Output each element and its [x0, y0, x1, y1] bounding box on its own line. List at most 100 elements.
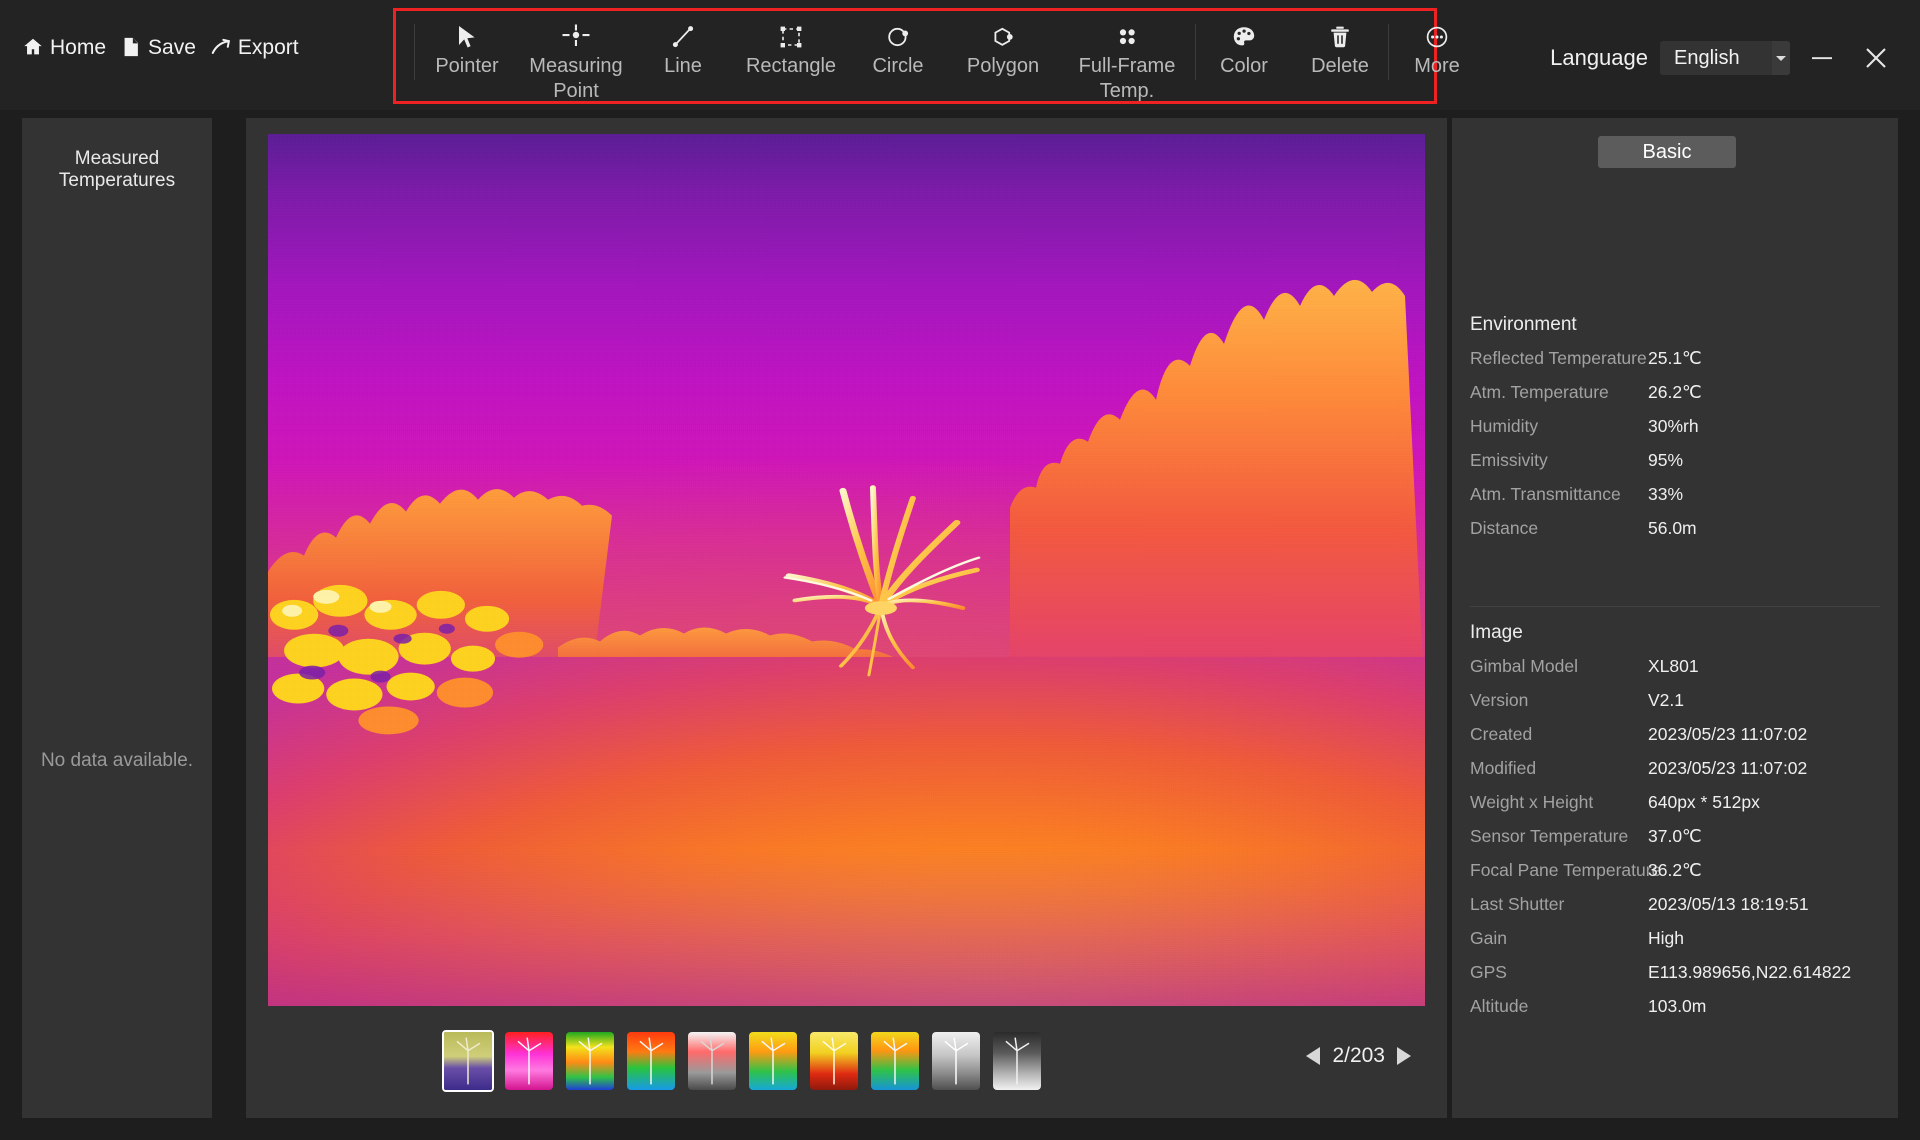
tool-polygon-label: Polygon — [966, 55, 1040, 77]
table-row: Reflected Temperature 25.1℃ — [1470, 348, 1880, 382]
tool-polygon[interactable]: Polygon — [947, 20, 1059, 79]
trash-can-icon — [1327, 20, 1353, 54]
table-row: Weight x Height 640px * 512px — [1470, 792, 1880, 826]
chevron-right-icon — [1397, 1047, 1411, 1065]
list-item[interactable] — [930, 1030, 982, 1092]
image-section-title: Image — [1470, 622, 1523, 643]
circle-ellipsis-icon — [1424, 20, 1450, 54]
image-section: Image Gimbal Model XL801 Version V2.1 Cr… — [1470, 622, 1880, 1030]
property-key: Weight x Height — [1470, 792, 1594, 812]
table-row: Altitude 103.0m — [1470, 996, 1880, 1030]
dashed-rectangle-icon — [778, 20, 804, 54]
property-value: 2023/05/23 11:07:02 — [1648, 758, 1808, 778]
tool-rectangle-label: Rectangle — [745, 55, 837, 77]
palette-thumb-preview — [993, 1032, 1041, 1090]
property-value: 56.0m — [1648, 518, 1697, 538]
environment-section-title: Environment — [1470, 314, 1577, 335]
next-image-button[interactable] — [1397, 1047, 1411, 1065]
tool-line[interactable]: Line — [633, 20, 733, 79]
tool-full-frame-temp[interactable]: Full-Frame Temp. — [1059, 20, 1195, 104]
palette-thumb-preview — [505, 1032, 553, 1090]
tool-rectangle[interactable]: Rectangle — [733, 20, 849, 79]
property-key: GPS — [1470, 962, 1507, 982]
property-key: Focal Pane Temperature — [1470, 860, 1662, 880]
export-button[interactable]: Export — [210, 36, 299, 58]
property-value: 640px * 512px — [1648, 792, 1760, 812]
table-row: Focal Pane Temperature 36.2℃ — [1470, 860, 1880, 894]
property-key: Created — [1470, 724, 1533, 744]
tool-line-label: Line — [664, 55, 702, 77]
tool-color[interactable]: Color — [1196, 20, 1292, 79]
tool-pointer[interactable]: Pointer — [415, 20, 519, 79]
table-row: Distance 56.0m — [1470, 518, 1880, 552]
property-value: 2023/05/23 11:07:02 — [1648, 724, 1808, 744]
properties-panel: Basic Environment Reflected Temperature … — [1452, 118, 1898, 1118]
close-icon — [1862, 44, 1890, 72]
property-key: Distance — [1470, 518, 1539, 538]
list-item[interactable] — [625, 1030, 677, 1092]
palette-thumb-preview — [688, 1032, 736, 1090]
environment-section: Environment Reflected Temperature 25.1℃ … — [1470, 314, 1880, 552]
palette-icon — [1231, 20, 1257, 54]
tool-delete[interactable]: Delete — [1292, 20, 1388, 79]
list-item[interactable] — [991, 1030, 1043, 1092]
tool-circle[interactable]: Circle — [849, 20, 947, 79]
thermal-image-viewer[interactable] — [268, 134, 1425, 1006]
list-item[interactable] — [869, 1030, 921, 1092]
table-row: Version V2.1 — [1470, 690, 1880, 724]
chevron-left-icon — [1306, 1047, 1321, 1065]
palette-thumb-preview — [566, 1032, 614, 1090]
minimize-button[interactable] — [1800, 36, 1844, 80]
property-key: Version — [1470, 690, 1529, 710]
tool-more[interactable]: More — [1389, 20, 1485, 79]
property-value: 95% — [1648, 450, 1684, 470]
previous-image-button[interactable] — [1306, 1047, 1321, 1065]
list-item[interactable] — [686, 1030, 738, 1092]
language-and-window-controls: Language English — [1550, 36, 1898, 80]
list-item[interactable] — [747, 1030, 799, 1092]
table-row: Modified 2023/05/23 11:07:02 — [1470, 758, 1880, 792]
thermal-image — [268, 134, 1425, 1006]
property-key: Gain — [1470, 928, 1507, 948]
language-select[interactable]: English — [1660, 41, 1790, 75]
chevron-down-icon — [1772, 41, 1790, 75]
tool-delete-label: Delete — [1311, 55, 1369, 77]
table-row: Atm. Temperature 26.2℃ — [1470, 382, 1880, 416]
language-select-value: English — [1674, 46, 1740, 69]
property-value: E113.989656,N22.614822 — [1648, 962, 1852, 982]
tool-circle-label: Circle — [872, 55, 924, 77]
tab-basic[interactable]: Basic — [1598, 136, 1736, 168]
palette-thumb-preview — [871, 1032, 919, 1090]
tool-more-label: More — [1414, 55, 1460, 77]
property-key: Reflected Temperature — [1470, 348, 1647, 368]
table-row: Gain High — [1470, 928, 1880, 962]
measured-temperatures-sidebar: Measured Temperatures No data available. — [22, 118, 212, 1118]
circle-handle-icon — [885, 20, 911, 54]
tool-measuring-point[interactable]: Measuring Point — [519, 20, 633, 104]
list-item[interactable] — [564, 1030, 616, 1092]
table-row: Created 2023/05/23 11:07:02 — [1470, 724, 1880, 758]
tool-color-label: Color — [1220, 55, 1268, 77]
language-label: Language — [1550, 45, 1648, 70]
four-dots-grid-icon — [1114, 20, 1140, 54]
list-item[interactable] — [808, 1030, 860, 1092]
save-label: Save — [148, 35, 196, 59]
property-key: Modified — [1470, 758, 1537, 778]
home-button[interactable]: Home — [22, 36, 106, 58]
list-item[interactable] — [442, 1030, 494, 1092]
property-value: 36.2℃ — [1648, 860, 1702, 880]
tool-pointer-label: Pointer — [435, 55, 499, 77]
list-item[interactable] — [503, 1030, 555, 1092]
property-value: 2023/05/13 18:19:51 — [1648, 894, 1809, 914]
line-segment-icon — [670, 20, 696, 54]
property-value: XL801 — [1648, 656, 1699, 676]
property-value: 30%rh — [1648, 416, 1699, 436]
palette-thumb-preview — [749, 1032, 797, 1090]
property-key: Emissivity — [1470, 450, 1548, 470]
table-row: Sensor Temperature 37.0℃ — [1470, 826, 1880, 860]
palette-thumbnail-strip: 2/203 — [268, 1030, 1425, 1092]
close-button[interactable] — [1854, 36, 1898, 80]
file-save-icon — [120, 36, 142, 58]
crosshair-point-icon — [561, 20, 591, 54]
save-button[interactable]: Save — [120, 36, 196, 58]
